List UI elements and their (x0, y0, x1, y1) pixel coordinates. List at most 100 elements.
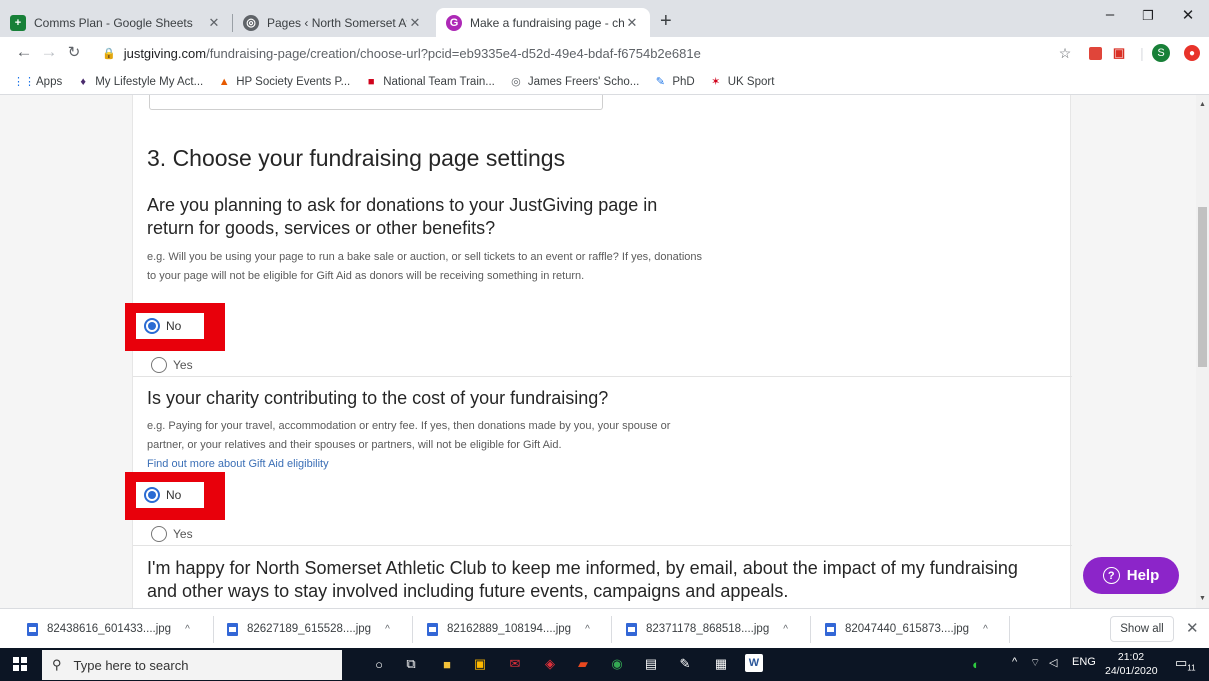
download-item[interactable]: 82162889_108194....jpg ^ (427, 619, 590, 639)
download-item[interactable]: 82371178_868518....jpg ^ (626, 619, 788, 639)
volume-icon[interactable]: ◁ (1049, 656, 1057, 669)
windows-taskbar: ⚲ Type here to search ○ ⧉ ■ ▣ ✉ ◈ ▰ ◉ ▤ … (0, 648, 1209, 681)
chevron-up-icon[interactable]: ^ (185, 624, 190, 635)
file-explorer-icon[interactable]: ■ (437, 654, 457, 674)
forward-icon[interactable]: → (39, 42, 59, 62)
powerpoint-icon[interactable]: ▰ (573, 654, 593, 674)
tray-expand-icon[interactable]: ^ (1012, 656, 1017, 668)
url-host: justgiving.com (123, 45, 207, 61)
antivirus-icon[interactable]: ◈ (540, 654, 560, 674)
bookmark-apps[interactable]: ⋮⋮ Apps (13, 75, 62, 89)
radio-no-q2[interactable]: No (136, 482, 204, 508)
bookmark-national-team[interactable]: ■ National Team Train... (364, 75, 495, 89)
cortana-icon[interactable]: ○ (369, 654, 389, 674)
search-icon: ⚲ (52, 657, 62, 672)
network-monitor-icon[interactable]: ◐ (966, 654, 986, 674)
highlight-box: No (125, 472, 225, 520)
bookmark-james-freers[interactable]: ◎ James Freers' Scho... (509, 75, 639, 89)
radio-no-q1[interactable]: No (136, 313, 204, 339)
bookmark-uk-sport[interactable]: ✶ UK Sport (709, 75, 774, 89)
justgiving-icon: G (446, 14, 462, 31)
image-file-icon (27, 622, 38, 636)
reload-icon[interactable]: ↻ (64, 43, 84, 61)
previous-url-input[interactable] (149, 95, 603, 110)
pdf-extension-icon[interactable] (1085, 43, 1105, 63)
scroll-up-icon[interactable]: ▲ (1199, 101, 1206, 108)
chevron-up-icon[interactable]: ^ (585, 624, 590, 635)
tab-justgiving[interactable]: G Make a fundraising page - choos ✕ (436, 8, 650, 37)
wifi-icon[interactable]: ⌔ (1030, 656, 1040, 670)
chevron-up-icon[interactable]: ^ (385, 624, 390, 635)
tab-pages[interactable]: ◎ Pages ‹ North Somerset Athletic C ✕ (233, 8, 433, 37)
notification-icon[interactable]: ▭11 (1175, 655, 1196, 673)
chevron-up-icon[interactable]: ^ (983, 624, 988, 635)
hint-charity-cost: e.g. Paying for your travel, accommodati… (147, 420, 671, 470)
restore-button[interactable]: ❐ (1138, 8, 1158, 24)
download-item[interactable]: 82047440_615873....jpg ^ (825, 619, 988, 639)
bookmark-phd[interactable]: ✎ PhD (653, 75, 695, 89)
download-item[interactable]: 82627189_615528....jpg ^ (227, 619, 390, 639)
radio-yes-q1[interactable]: Yes (151, 357, 193, 373)
toolbar-divider: | (1140, 45, 1144, 61)
globe-icon: ◎ (511, 76, 521, 88)
back-icon[interactable]: ← (14, 42, 34, 62)
minimize-button[interactable]: – (1100, 6, 1120, 23)
extension-icon[interactable]: ● (1184, 45, 1200, 61)
chevron-up-icon[interactable]: ^ (783, 624, 788, 635)
pocket-extension-icon[interactable]: ▣ (1109, 43, 1129, 63)
chrome-icon[interactable]: ◉ (607, 654, 627, 674)
pen-icon: ✎ (655, 76, 665, 88)
bookmarks-bar: ⋮⋮ Apps ♦ My Lifestyle My Act... ▲ HP Socie… (0, 69, 1209, 95)
question-icon: ? (1102, 567, 1120, 584)
scroll-thumb[interactable] (1198, 207, 1207, 367)
radio-unselected-icon (151, 357, 167, 373)
download-item[interactable]: 82438616_601433....jpg ^ (27, 619, 190, 639)
image-file-icon (825, 622, 836, 636)
radio-yes-q2[interactable]: Yes (151, 526, 193, 542)
tab-close-icon[interactable]: ✕ (206, 15, 222, 31)
bookmark-my-lifestyle[interactable]: ♦ My Lifestyle My Act... (76, 75, 203, 89)
close-window-button[interactable]: ✕ (1178, 6, 1198, 24)
runner-icon: ▲ (218, 75, 230, 88)
language-indicator[interactable]: ENG (1072, 656, 1096, 668)
profile-avatar[interactable]: S (1152, 44, 1170, 62)
calendar-icon[interactable]: ▦ (711, 654, 731, 674)
globe-icon: ◎ (243, 14, 259, 31)
store-icon[interactable]: ▣ (470, 654, 490, 674)
image-file-icon (427, 622, 438, 636)
clock[interactable]: 21:02 24/01/2020 (1105, 650, 1158, 678)
close-shelf-icon[interactable]: ✕ (1186, 619, 1199, 637)
tab-title: Make a fundraising page - choos (470, 15, 624, 30)
scroll-down-icon[interactable]: ▼ (1199, 595, 1206, 602)
divider (133, 376, 1072, 377)
task-view-icon[interactable]: ⧉ (401, 654, 421, 674)
settings-card: 3. Choose your fundraising page settings… (125, 95, 1072, 608)
image-file-icon (227, 622, 238, 636)
bookmark-hp-society[interactable]: ▲ HP Society Events P... (217, 75, 350, 89)
tab-close-icon[interactable]: ✕ (624, 15, 640, 31)
radio-selected-icon (144, 318, 160, 334)
question-goods-services: Are you planning to ask for donations to… (147, 195, 658, 238)
help-button[interactable]: ? Help (1083, 557, 1179, 594)
paint-icon[interactable]: ✎ (675, 654, 695, 674)
url-path: /fundraising-page/creation/choose-url?pc… (206, 45, 701, 61)
windows-start-icon[interactable] (13, 657, 27, 671)
pictures-icon[interactable]: ▤ (641, 654, 661, 674)
taskbar-search[interactable]: ⚲ Type here to search (42, 650, 342, 680)
new-tab-button[interactable]: + (660, 11, 672, 31)
mail-icon[interactable]: ✉ (505, 654, 525, 674)
tab-close-icon[interactable]: ✕ (407, 15, 423, 31)
question-charity-cost: Is your charity contributing to the cost… (147, 388, 609, 408)
word-icon[interactable]: W (745, 654, 763, 672)
page-scrollbar[interactable]: ▲ ▼ (1196, 95, 1209, 608)
show-all-button[interactable]: Show all (1110, 616, 1174, 642)
highlight-box: No (125, 303, 225, 351)
bookmark-star-icon[interactable]: ☆ (1055, 43, 1075, 63)
address-bar[interactable]: 🔒 justgiving.com/fundraising-page/creati… (102, 39, 1062, 67)
gift-aid-link[interactable]: Find out more about Gift Aid eligibility (147, 458, 329, 470)
lock-icon: 🔒 (102, 47, 116, 60)
hint-goods-services: e.g. Will you be using your page to run … (147, 251, 703, 282)
browser-toolbar: ← → ↻ 🔒 justgiving.com/fundraising-page/… (0, 37, 1209, 69)
tab-title: Comms Plan - Google Sheets (34, 15, 193, 30)
tab-comms-plan[interactable]: + Comms Plan - Google Sheets ✕ (0, 8, 232, 37)
